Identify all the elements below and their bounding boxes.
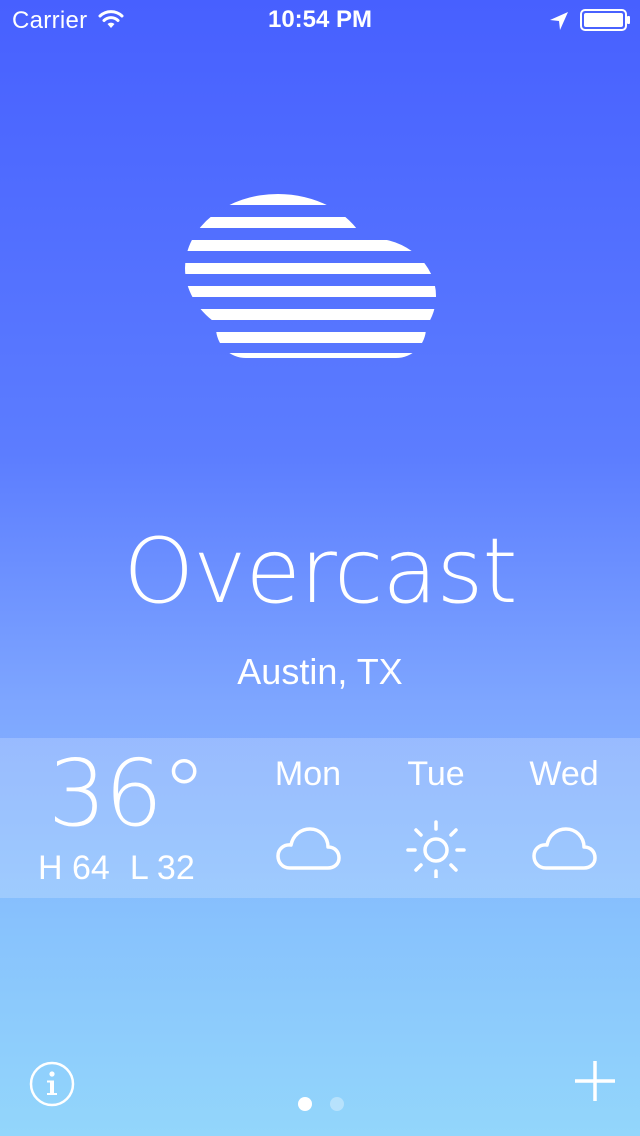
info-icon[interactable] [29, 1061, 75, 1107]
current-temperature: 36° [48, 740, 207, 847]
cloud-icon [532, 827, 597, 870]
status-clock: 10:54 PM [267, 6, 373, 33]
overcast-cloud-icon [185, 194, 436, 358]
low-temperature: L 32 [129, 849, 195, 887]
page-dot-active[interactable] [298, 1097, 312, 1111]
weather-screen: Carrier 10:54 PM Overcast Austin, TX 36°… [0, 0, 640, 1136]
status-bar: Carrier 10:54 PM [0, 0, 640, 40]
location-arrow-icon [550, 12, 568, 30]
cloud-icon [276, 827, 341, 870]
high-temperature: H 64 [38, 849, 110, 887]
high-low: H 64 L 32 [38, 846, 195, 890]
plus-icon[interactable] [572, 1058, 618, 1104]
forecast-day-label: Mon [274, 755, 342, 793]
city-label: Austin, TX [237, 651, 403, 692]
condition-title: Overcast [123, 519, 517, 624]
battery-icon [580, 9, 630, 31]
forecast-day-label: Tue [407, 755, 465, 793]
page-dot[interactable] [330, 1097, 344, 1111]
forecast-band: 36° H 64 L 32 Mon Tue Wed [0, 738, 640, 898]
page-control[interactable] [296, 1097, 348, 1111]
forecast-day-label: Wed [529, 755, 599, 793]
sun-icon [406, 820, 466, 878]
